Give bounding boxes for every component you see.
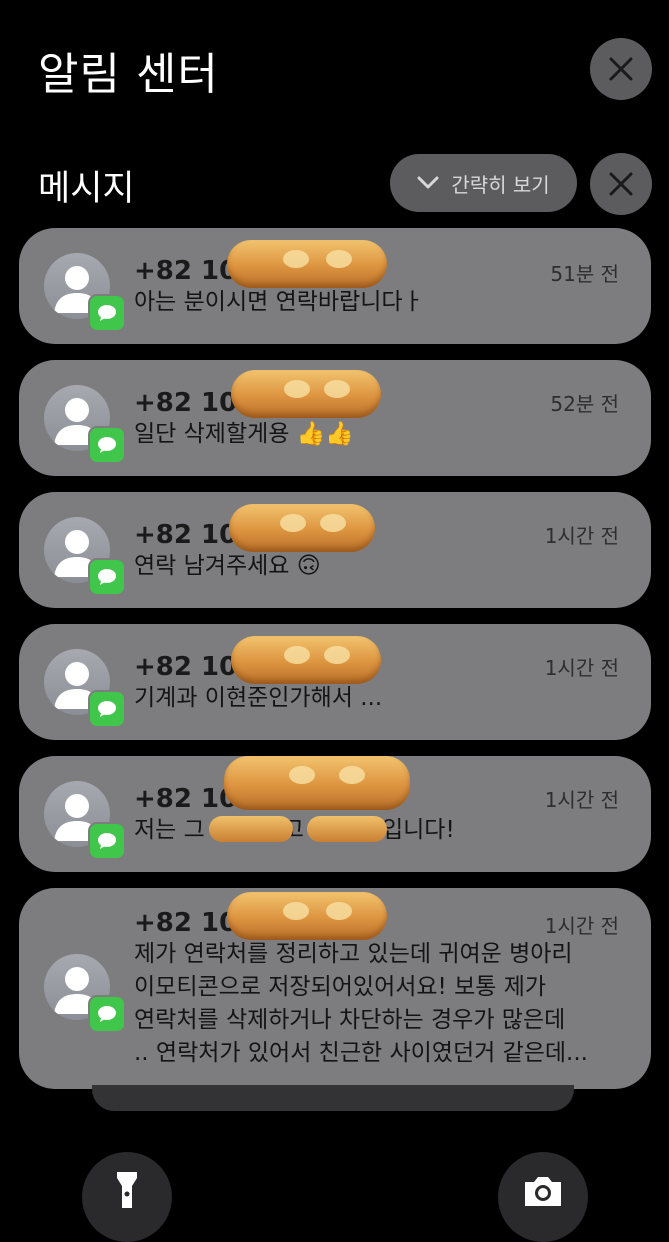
message-line: .. 연락처가 있어서 친근한 사이였던거 같은데... bbox=[134, 1040, 588, 1066]
camera-icon bbox=[525, 1177, 561, 1206]
message-icon bbox=[88, 558, 126, 596]
redaction-sticker bbox=[227, 892, 387, 940]
message-preview: 연락 남겨주세요 🙃 bbox=[134, 553, 321, 579]
message-icon bbox=[88, 822, 126, 860]
close-icon bbox=[609, 57, 633, 81]
clear-section-button[interactable] bbox=[590, 153, 652, 215]
message-icon bbox=[88, 690, 126, 728]
collapse-button[interactable]: 간략히 보기 bbox=[390, 154, 577, 212]
message-preview: 일단 삭제할게용 👍👍 bbox=[134, 421, 355, 447]
camera-button[interactable] bbox=[498, 1152, 588, 1242]
message-part: 저는 그 bbox=[134, 817, 205, 843]
section-title: 메시지 bbox=[38, 169, 135, 209]
notification-card[interactable]: +82 10- 1시간 전 기계과 이현준인가해서 ... bbox=[19, 624, 651, 740]
message-icon bbox=[88, 294, 126, 332]
redaction-sticker bbox=[227, 240, 387, 288]
redaction-sticker bbox=[231, 636, 381, 684]
clear-all-button[interactable] bbox=[590, 38, 652, 100]
redaction-sticker bbox=[209, 816, 293, 842]
message-line: 이모티콘으로 저장되어있어서요! 보통 제가 bbox=[134, 974, 547, 1000]
redaction-sticker bbox=[224, 756, 410, 810]
message-icon bbox=[88, 995, 126, 1033]
redaction-sticker bbox=[307, 816, 387, 842]
collapse-label: 간략히 보기 bbox=[451, 172, 550, 197]
message-preview: 아는 분이시면 연락바랍니다ㅏ bbox=[134, 289, 424, 315]
page-title: 알림 센터 bbox=[38, 49, 219, 100]
notification-card[interactable]: +82 10- 51분 전 아는 분이시면 연락바랍니다ㅏ bbox=[19, 228, 651, 344]
notification-card[interactable]: +82 10- 1시간 전 제가 연락처를 정리하고 있는데 귀여운 병아리 이… bbox=[19, 888, 651, 1089]
redaction-sticker bbox=[229, 504, 375, 552]
timestamp: 1시간 전 bbox=[544, 656, 619, 680]
message-preview: 기계과 이현준인가해서 ... bbox=[134, 685, 383, 711]
message-preview: 저는 그 고 입니다! bbox=[134, 814, 455, 847]
timestamp: 52분 전 bbox=[550, 392, 619, 416]
message-icon bbox=[88, 426, 126, 464]
redaction-sticker bbox=[231, 370, 381, 418]
timestamp: 51분 전 bbox=[550, 262, 619, 286]
stacked-notifications bbox=[92, 1085, 574, 1111]
message-line: 연락처를 삭제하거나 차단하는 경우가 많은데 bbox=[134, 1007, 566, 1033]
chevron-down-icon bbox=[417, 176, 439, 189]
flashlight-button[interactable] bbox=[82, 1152, 172, 1242]
notification-card[interactable]: +82 10- 52분 전 일단 삭제할게용 👍👍 bbox=[19, 360, 651, 476]
timestamp: 1시간 전 bbox=[544, 914, 619, 938]
timestamp: 1시간 전 bbox=[544, 788, 619, 812]
notification-card[interactable]: +82 10- 1시간 전 연락 남겨주세요 🙃 bbox=[19, 492, 651, 608]
message-part: 입니다! bbox=[381, 817, 455, 843]
flashlight-icon bbox=[117, 1172, 137, 1208]
notification-card[interactable]: +82 10- 1시간 전 저는 그 고 입니다! bbox=[19, 756, 651, 872]
close-icon bbox=[609, 172, 633, 196]
message-line: 제가 연락처를 정리하고 있는데 귀여운 병아리 bbox=[134, 941, 573, 967]
timestamp: 1시간 전 bbox=[544, 524, 619, 548]
